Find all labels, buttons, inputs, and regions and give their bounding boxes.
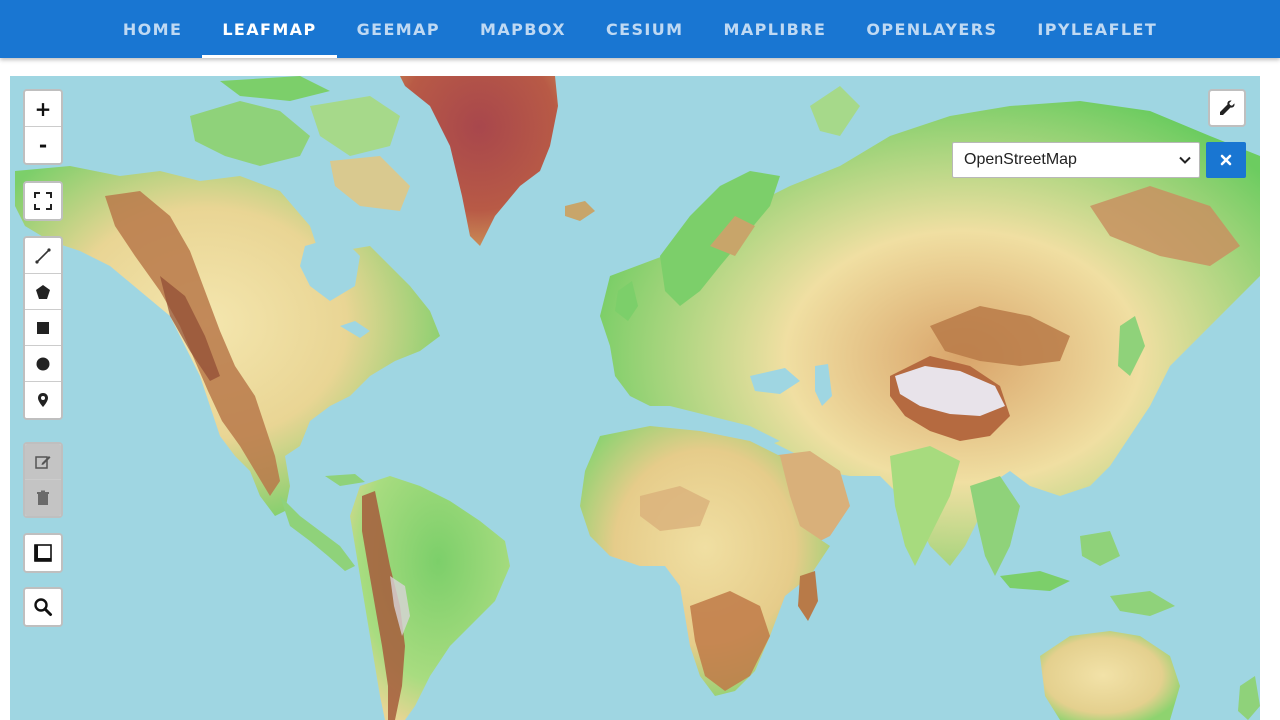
close-icon: [1220, 154, 1232, 166]
search-button[interactable]: [25, 589, 61, 625]
map-canvas[interactable]: + - OpenStreetMap: [10, 76, 1260, 720]
rectangle-icon: [37, 321, 49, 334]
draw-polygon-button[interactable]: [25, 274, 61, 310]
measure-icon: [34, 544, 52, 562]
wrench-icon: [1220, 100, 1235, 115]
tab-cesium[interactable]: CESIUM: [586, 0, 703, 58]
basemap-dropdown[interactable]: OpenStreetMap: [952, 142, 1200, 178]
tab-geemap[interactable]: GEEMAP: [337, 0, 460, 58]
search-control: [23, 587, 63, 627]
basemap-dropdown-value: OpenStreetMap: [964, 151, 1077, 168]
tab-ipyleaflet[interactable]: IPYLEAFLET: [1017, 0, 1177, 58]
trash-icon: [37, 490, 49, 505]
toolbar-toggle-button[interactable]: [1208, 89, 1246, 127]
draw-marker-button[interactable]: [25, 382, 61, 418]
tab-openlayers[interactable]: OPENLAYERS: [846, 0, 1017, 58]
draw-circle-button[interactable]: [25, 346, 61, 382]
tab-maplibre[interactable]: MAPLIBRE: [704, 0, 847, 58]
fullscreen-control: [23, 181, 63, 221]
zoom-out-icon: -: [38, 133, 48, 157]
edit-layers-button[interactable]: [25, 444, 61, 480]
circle-icon: [36, 357, 50, 370]
zoom-out-button[interactable]: -: [25, 127, 61, 163]
measure-control: [23, 533, 63, 573]
fullscreen-button[interactable]: [25, 183, 61, 219]
search-icon: [34, 598, 52, 616]
chevron-down-icon: [1179, 156, 1191, 164]
tab-home[interactable]: HOME: [103, 0, 202, 58]
zoom-control: + -: [23, 89, 63, 165]
measure-button[interactable]: [25, 535, 61, 571]
draw-polyline-button[interactable]: [25, 238, 61, 274]
marker-icon: [38, 393, 48, 407]
top-nav-bar: HOME LEAFMAP GEEMAP MAPBOX CESIUM MAPLIB…: [0, 0, 1280, 58]
tab-mapbox[interactable]: MAPBOX: [460, 0, 586, 58]
draw-toolbar: [23, 236, 63, 420]
edit-icon: [35, 455, 51, 469]
draw-rectangle-button[interactable]: [25, 310, 61, 346]
tab-leafmap[interactable]: LEAFMAP: [202, 0, 337, 58]
polyline-icon: [35, 247, 51, 264]
close-basemap-button[interactable]: [1206, 142, 1246, 178]
zoom-in-button[interactable]: +: [25, 91, 61, 127]
fullscreen-icon: [34, 192, 52, 210]
delete-layers-button[interactable]: [25, 480, 61, 516]
polygon-icon: [36, 284, 50, 299]
edit-toolbar: [23, 442, 63, 518]
zoom-in-icon: +: [34, 96, 52, 121]
